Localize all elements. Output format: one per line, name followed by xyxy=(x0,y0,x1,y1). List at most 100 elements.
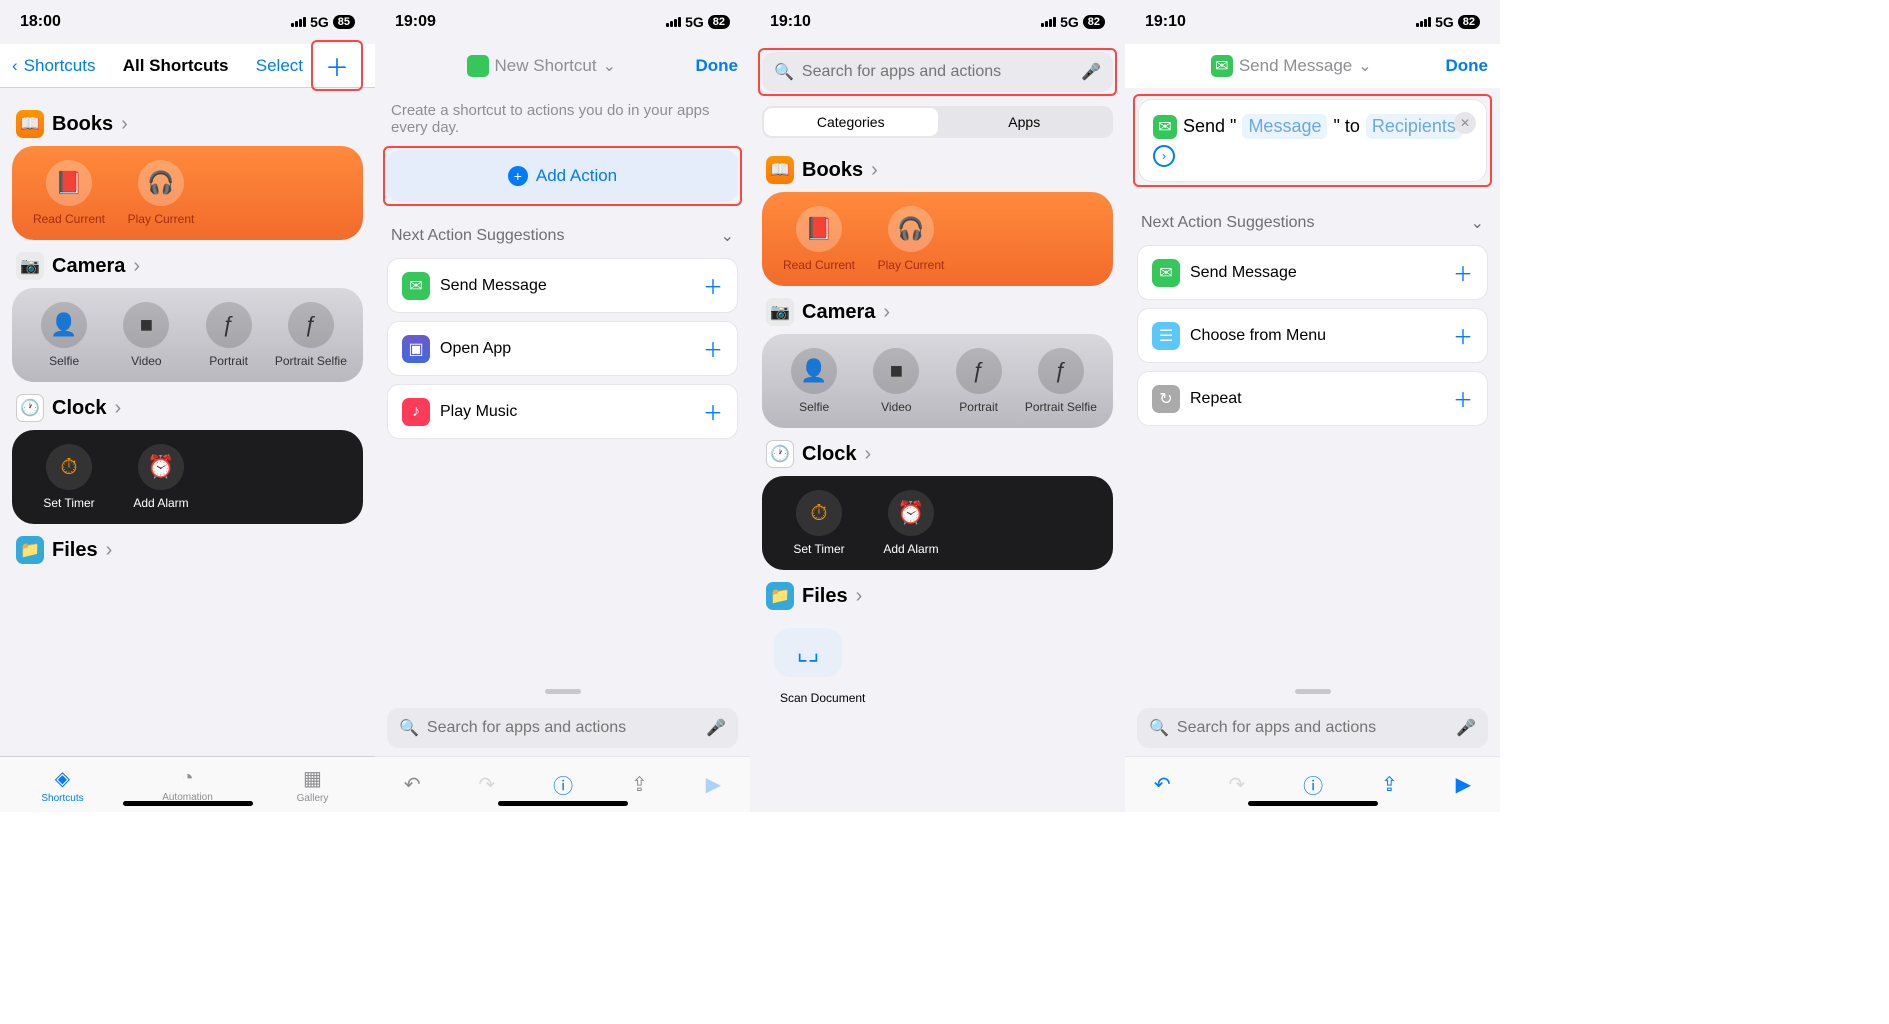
section-files[interactable]: 📁Files› xyxy=(766,582,1109,610)
sheet-grabber[interactable] xyxy=(1295,689,1331,694)
shortcut-portrait[interactable]: ƒPortrait xyxy=(941,348,1017,414)
clear-button[interactable]: ✕ xyxy=(1454,112,1476,134)
mic-icon[interactable]: 🎤 xyxy=(706,718,726,738)
undo-button[interactable]: ↶ xyxy=(1154,772,1171,797)
search-input[interactable] xyxy=(1177,719,1448,737)
shortcut-portrait[interactable]: ƒPortrait xyxy=(191,302,267,368)
suggestion-send-message[interactable]: ✉Send Message＋ xyxy=(387,258,738,313)
section-books[interactable]: 📖 Books › xyxy=(16,110,359,138)
shortcut-read-current[interactable]: 📕Read Current xyxy=(26,160,112,226)
action-categories[interactable]: 📖Books› 📕Read Current 🎧Play Current 📷Cam… xyxy=(750,144,1125,812)
suggestions-header[interactable]: Next Action Suggestions ⌄ xyxy=(1125,193,1500,241)
home-indicator[interactable] xyxy=(123,801,253,806)
recipients-token[interactable]: Recipients xyxy=(1366,114,1462,139)
suggestion-play-music[interactable]: ♪Play Music＋ xyxy=(387,384,738,439)
message-token[interactable]: Message xyxy=(1242,114,1327,139)
plus-icon[interactable]: ＋ xyxy=(703,334,723,363)
shortcuts-list[interactable]: 📖 Books › 📕Read Current 🎧Play Current 📷 … xyxy=(0,88,375,756)
undo-button[interactable]: ↶ xyxy=(404,772,421,797)
suggestion-open-app[interactable]: ▣Open App＋ xyxy=(387,321,738,376)
done-button[interactable]: Done xyxy=(1446,56,1489,76)
camera-card[interactable]: 👤Selfie ■Video ƒPortrait ƒPortrait Selfi… xyxy=(12,288,363,382)
shortcut-play-current[interactable]: 🎧Play Current xyxy=(868,206,954,272)
action-text: " to xyxy=(1333,116,1359,137)
info-button[interactable]: ⓘ xyxy=(553,770,573,799)
mic-icon[interactable]: 🎤 xyxy=(1456,718,1476,738)
send-message-action[interactable]: ✉ Send " Message " to Recipients › ✕ xyxy=(1138,99,1487,182)
nav-title[interactable]: New Shortcut xyxy=(495,56,597,76)
clock-card[interactable]: ⏱Set Timer ⏰Add Alarm xyxy=(762,476,1113,570)
shortcut-selfie[interactable]: 👤Selfie xyxy=(26,302,102,368)
plus-icon[interactable]: ＋ xyxy=(1453,258,1473,287)
share-button[interactable]: ⇪ xyxy=(1381,772,1398,797)
shortcut-selfie[interactable]: 👤Selfie xyxy=(776,348,852,414)
mic-icon[interactable]: 🎤 xyxy=(1081,62,1101,82)
plus-icon[interactable]: ＋ xyxy=(1453,321,1473,350)
section-camera[interactable]: 📷 Camera › xyxy=(16,252,359,280)
search-input[interactable] xyxy=(802,63,1073,81)
shortcut-set-timer[interactable]: ⏱Set Timer xyxy=(26,444,112,510)
section-clock[interactable]: 🕐 Clock › xyxy=(16,394,359,422)
section-books[interactable]: 📖Books› xyxy=(766,156,1109,184)
redo-button[interactable]: ↷ xyxy=(479,772,496,797)
books-card[interactable]: 📕Read Current 🎧Play Current xyxy=(12,146,363,240)
chevron-down-icon[interactable]: ⌄ xyxy=(603,56,616,76)
home-indicator[interactable] xyxy=(1248,801,1378,806)
suggestion-choose-menu[interactable]: ☰Choose from Menu＋ xyxy=(1137,308,1488,363)
add-action-button[interactable]: + Add Action xyxy=(387,150,738,202)
shortcut-set-timer[interactable]: ⏱Set Timer xyxy=(776,490,862,556)
shortcut-icon xyxy=(467,55,489,77)
section-camera[interactable]: 📷Camera› xyxy=(766,298,1109,326)
redo-button[interactable]: ↷ xyxy=(1229,772,1246,797)
section-files[interactable]: 📁 Files › xyxy=(16,536,359,564)
shortcut-label: Play Current xyxy=(128,212,195,226)
clock-card[interactable]: ⏱Set Timer ⏰Add Alarm xyxy=(12,430,363,524)
seg-apps[interactable]: Apps xyxy=(938,108,1112,136)
segmented-control[interactable]: Categories Apps xyxy=(762,106,1113,138)
seg-categories[interactable]: Categories xyxy=(764,108,938,136)
shortcut-portrait-selfie[interactable]: ƒPortrait Selfie xyxy=(273,302,349,368)
status-time: 18:00 xyxy=(20,13,61,31)
play-button[interactable]: ▶ xyxy=(706,772,721,797)
plus-icon[interactable]: ＋ xyxy=(703,397,723,426)
info-button[interactable]: ⓘ xyxy=(1303,770,1323,799)
chevron-right-icon: › xyxy=(883,301,890,324)
tab-shortcuts[interactable]: ◈Shortcuts xyxy=(0,757,125,812)
search-input[interactable] xyxy=(427,719,698,737)
suggestions-header[interactable]: Next Action Suggestions ⌄ xyxy=(375,206,750,254)
share-button[interactable]: ⇪ xyxy=(631,772,648,797)
tab-gallery[interactable]: ▦Gallery xyxy=(250,757,375,812)
status-bar: 19:10 5G82 xyxy=(1125,0,1500,44)
section-title: Clock xyxy=(52,397,106,420)
camera-card[interactable]: 👤Selfie ■Video ƒPortrait ƒPortrait Selfi… xyxy=(762,334,1113,428)
books-card[interactable]: 📕Read Current 🎧Play Current xyxy=(762,192,1113,286)
search-bar[interactable]: 🔍 🎤 xyxy=(387,708,738,748)
search-bar[interactable]: 🔍 🎤 xyxy=(1137,708,1488,748)
plus-icon[interactable]: ＋ xyxy=(1453,384,1473,413)
video-icon: ■ xyxy=(873,348,919,394)
shortcut-add-alarm[interactable]: ⏰Add Alarm xyxy=(868,490,954,556)
shortcut-read-current[interactable]: 📕Read Current xyxy=(776,206,862,272)
shortcut-video[interactable]: ■Video xyxy=(858,348,934,414)
shortcut-video[interactable]: ■Video xyxy=(108,302,184,368)
play-button[interactable]: ▶ xyxy=(1456,772,1471,797)
shortcut-play-current[interactable]: 🎧Play Current xyxy=(118,160,204,226)
shortcut-portrait-selfie[interactable]: ƒPortrait Selfie xyxy=(1023,348,1099,414)
suggestion-repeat[interactable]: ↻Repeat＋ xyxy=(1137,371,1488,426)
suggestion-send-message[interactable]: ✉Send Message＋ xyxy=(1137,245,1488,300)
sheet-grabber[interactable] xyxy=(545,689,581,694)
plus-icon[interactable]: ＋ xyxy=(703,271,723,300)
shortcut-add-alarm[interactable]: ⏰Add Alarm xyxy=(118,444,204,510)
add-button[interactable]: ＋ xyxy=(311,40,363,91)
chevron-down-icon[interactable]: ⌄ xyxy=(1358,56,1371,76)
back-button[interactable]: ‹ Shortcuts xyxy=(12,56,95,76)
section-clock[interactable]: 🕐Clock› xyxy=(766,440,1109,468)
nav-title[interactable]: Send Message xyxy=(1239,56,1352,76)
select-button[interactable]: Select xyxy=(256,56,303,76)
home-indicator[interactable] xyxy=(498,801,628,806)
expand-button[interactable]: › xyxy=(1153,145,1175,167)
search-bar[interactable]: 🔍 🎤 xyxy=(762,52,1113,92)
app-icon: ▣ xyxy=(402,335,430,363)
shortcut-scan-document[interactable]: ⌞⌟ xyxy=(774,628,842,677)
done-button[interactable]: Done xyxy=(695,56,738,76)
